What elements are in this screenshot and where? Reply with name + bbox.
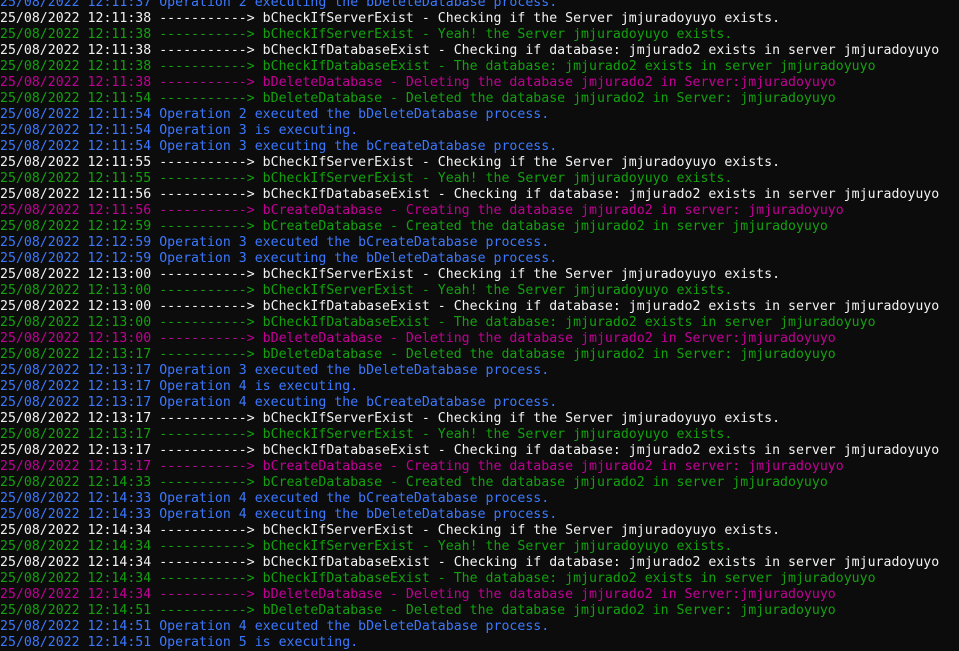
log-line: 25/08/2022 12:13:00 -----------> bCheckI…: [0, 299, 940, 314]
log-line: 25/08/2022 12:11:54 Operation 2 executed…: [0, 107, 550, 122]
log-line: 25/08/2022 12:11:37 Operation 2 executin…: [0, 0, 558, 10]
log-line: 25/08/2022 12:11:38 -----------> bCheckI…: [0, 27, 733, 42]
log-line: 25/08/2022 12:11:55 -----------> bCheckI…: [0, 155, 781, 170]
log-line: 25/08/2022 12:11:54 Operation 3 executin…: [0, 139, 558, 154]
log-line: 25/08/2022 12:14:34 -----------> bCheckI…: [0, 539, 733, 554]
log-line: 25/08/2022 12:14:34 -----------> bCheckI…: [0, 555, 940, 570]
log-line: 25/08/2022 12:11:38 -----------> bDelete…: [0, 75, 836, 90]
log-line: 25/08/2022 12:13:00 -----------> bCheckI…: [0, 283, 733, 298]
log-line: 25/08/2022 12:14:34 -----------> bCheckI…: [0, 523, 781, 538]
log-line: 25/08/2022 12:11:54 Operation 3 is execu…: [0, 123, 359, 138]
log-line: 25/08/2022 12:13:17 Operation 3 executed…: [0, 363, 550, 378]
log-line: 25/08/2022 12:13:17 Operation 4 is execu…: [0, 379, 359, 394]
log-line: 25/08/2022 12:13:00 -----------> bDelete…: [0, 331, 836, 346]
log-line: 25/08/2022 12:14:51 -----------> bDelete…: [0, 603, 836, 618]
log-line: 25/08/2022 12:13:17 -----------> bDelete…: [0, 347, 836, 362]
log-line: 25/08/2022 12:14:51 Operation 5 is execu…: [0, 635, 359, 650]
log-line: 25/08/2022 12:13:17 -----------> bCheckI…: [0, 443, 940, 458]
log-line: 25/08/2022 12:13:17 -----------> bCheckI…: [0, 411, 781, 426]
log-line: 25/08/2022 12:12:59 Operation 3 executin…: [0, 251, 558, 266]
log-line: 25/08/2022 12:11:38 -----------> bCheckI…: [0, 11, 781, 26]
console-output[interactable]: 25/08/2022 12:11:37 Operation 2 executin…: [0, 0, 959, 651]
log-line: 25/08/2022 12:14:33 -----------> bCreate…: [0, 475, 828, 490]
log-line: 25/08/2022 12:14:34 -----------> bCheckI…: [0, 571, 876, 586]
log-line: 25/08/2022 12:13:00 -----------> bCheckI…: [0, 315, 876, 330]
log-line: 25/08/2022 12:12:59 Operation 3 executed…: [0, 235, 550, 250]
log-line: 25/08/2022 12:14:33 Operation 4 executed…: [0, 491, 550, 506]
log-line: 25/08/2022 12:11:55 -----------> bCheckI…: [0, 171, 733, 186]
log-line: 25/08/2022 12:12:59 -----------> bCreate…: [0, 219, 828, 234]
log-line: 25/08/2022 12:11:56 -----------> bCreate…: [0, 203, 844, 218]
log-line: 25/08/2022 12:13:17 Operation 4 executin…: [0, 395, 558, 410]
log-line: 25/08/2022 12:11:56 -----------> bCheckI…: [0, 187, 940, 202]
log-line: 25/08/2022 12:11:54 -----------> bDelete…: [0, 91, 836, 106]
log-line: 25/08/2022 12:11:38 -----------> bCheckI…: [0, 43, 940, 58]
log-line: 25/08/2022 12:14:34 -----------> bDelete…: [0, 587, 836, 602]
log-line: 25/08/2022 12:14:33 Operation 4 executin…: [0, 507, 558, 522]
log-line: 25/08/2022 12:14:51 Operation 4 executed…: [0, 619, 550, 634]
log-line: 25/08/2022 12:11:38 -----------> bCheckI…: [0, 59, 876, 74]
log-line: 25/08/2022 12:13:00 -----------> bCheckI…: [0, 267, 781, 282]
log-line: 25/08/2022 12:13:17 -----------> bCheckI…: [0, 427, 733, 442]
log-line: 25/08/2022 12:13:17 -----------> bCreate…: [0, 459, 844, 474]
